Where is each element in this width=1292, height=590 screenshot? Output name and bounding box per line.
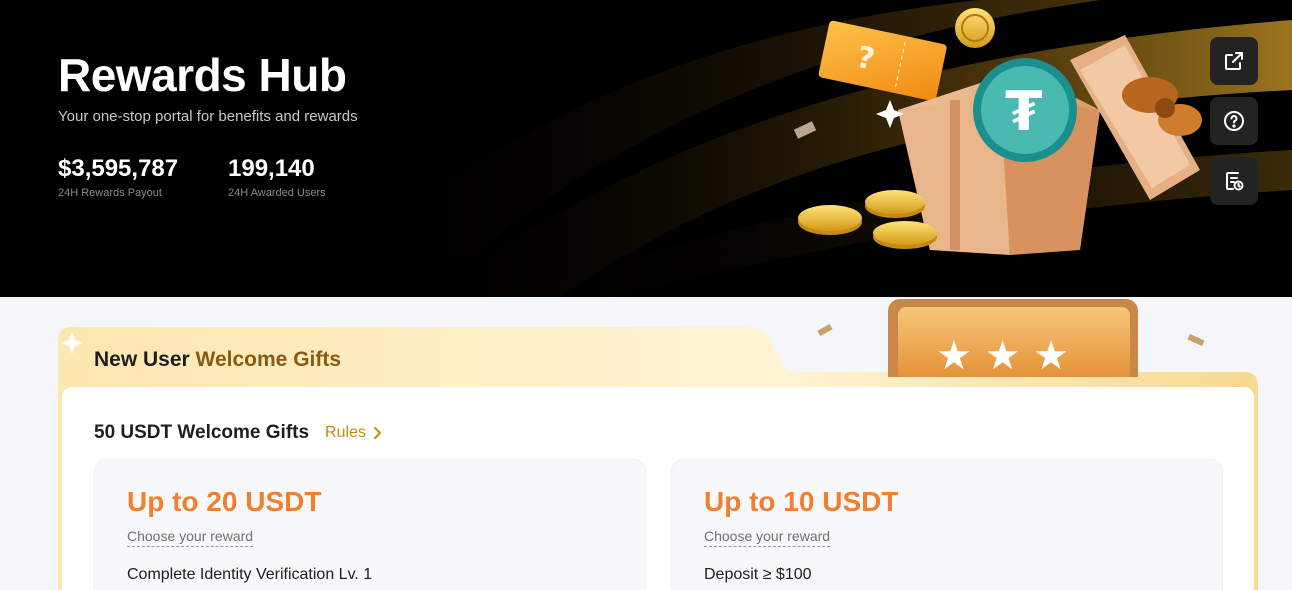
panel-header: 50 USDT Welcome Gifts Rules	[94, 422, 382, 444]
choose-reward-link[interactable]: Choose your reward	[127, 528, 254, 547]
reward-history-button[interactable]	[1210, 157, 1258, 205]
star-ticket-decoration: ★ ★ ★	[817, 299, 1205, 377]
reward-amount: Up to 10 USDT	[704, 486, 899, 517]
rules-label: Rules	[325, 424, 366, 441]
rewards-hero-banner: Rewards Hub Your one-stop portal for ben…	[0, 0, 1292, 297]
svg-text:★ ★ ★: ★ ★ ★	[936, 333, 1069, 377]
chevron-right-icon	[373, 427, 381, 439]
page-subtitle: Your one-stop portal for benefits and re…	[58, 108, 358, 125]
reward-task: Deposit ≥ $100	[704, 566, 812, 583]
stat-label: 24H Rewards Payout	[58, 187, 162, 199]
panel-title: 50 USDT Welcome Gifts	[94, 422, 310, 443]
help-button[interactable]	[1210, 97, 1258, 145]
stat-label: 24H Awarded Users	[228, 187, 326, 199]
stat-awarded-users: 199,140 24H Awarded Users	[228, 155, 326, 199]
page-title: Rewards Hub	[58, 49, 347, 101]
choose-reward-link[interactable]: Choose your reward	[704, 528, 831, 547]
reward-task: Complete Identity Verification Lv. 1	[127, 566, 373, 583]
external-link-icon	[1225, 52, 1243, 70]
welcome-title-highlight: Welcome Gifts	[195, 348, 342, 371]
welcome-title-plain: New User	[94, 348, 196, 371]
welcome-gifts-panel: 50 USDT Welcome Gifts Rules Up to 20 USD…	[62, 387, 1254, 590]
reward-card[interactable]: Up to 20 USDT Choose your reward Complet…	[94, 459, 646, 590]
stat-rewards-payout: $3,595,787 24H Rewards Payout	[58, 155, 178, 199]
welcome-section-title: New User Welcome Gifts	[94, 348, 341, 372]
share-button[interactable]	[1210, 37, 1258, 85]
reward-card[interactable]: Up to 10 USDT Choose your reward Deposit…	[671, 459, 1223, 590]
svg-text:₮: ₮	[1005, 80, 1043, 143]
reward-amount: Up to 20 USDT	[127, 486, 322, 517]
gift-box-illustration: ? ₮	[793, 8, 1202, 255]
rules-link[interactable]: Rules	[325, 424, 382, 442]
history-icon	[1226, 172, 1244, 191]
help-icon	[1224, 111, 1244, 131]
stat-value: 199,140	[228, 155, 315, 182]
welcome-gifts-section: ★ ★ ★ New User Welcome Gifts 50 USDT Wel…	[58, 299, 1258, 590]
stat-value: $3,595,787	[58, 155, 179, 182]
